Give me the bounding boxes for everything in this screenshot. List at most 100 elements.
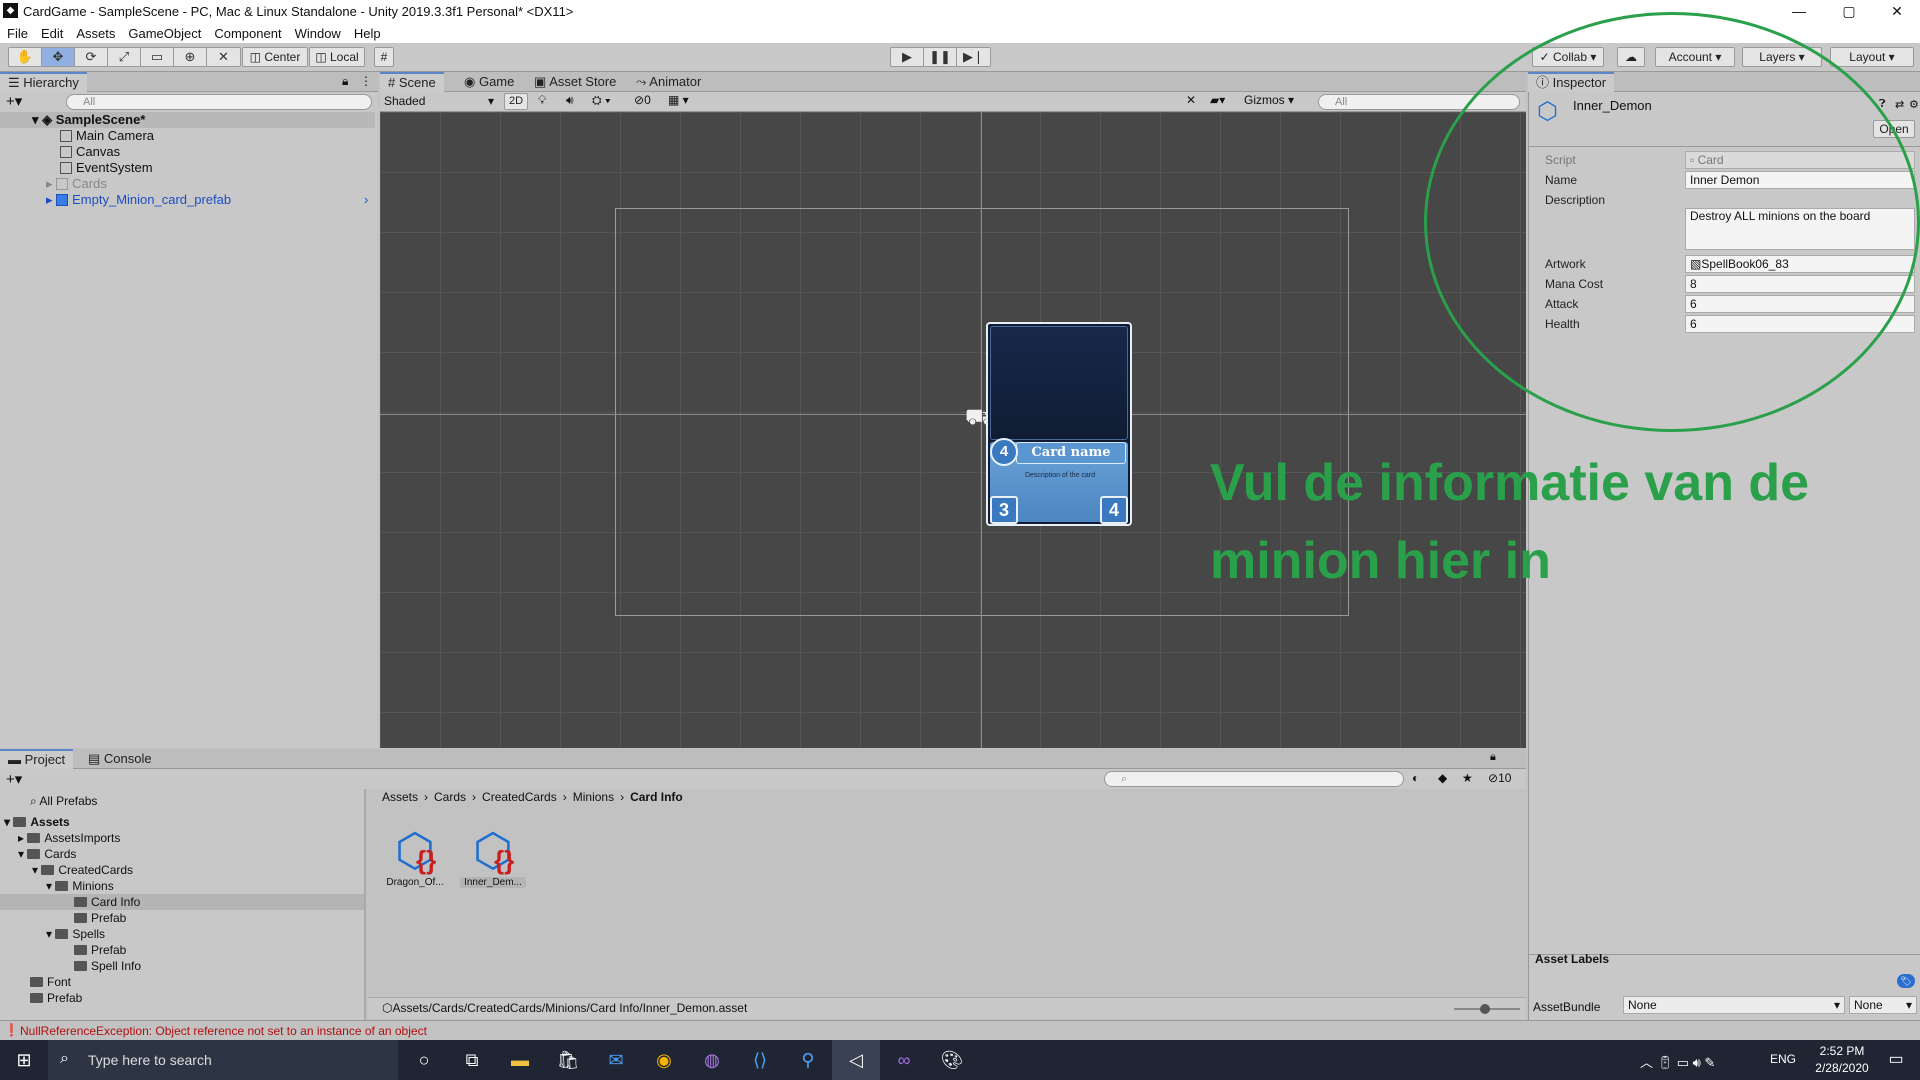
label-tag-icon[interactable]: 🏷︎ <box>1897 974 1915 988</box>
tab-asset-store[interactable]: ▣ Asset Store <box>526 72 624 92</box>
menu-help[interactable]: Help <box>354 26 381 41</box>
minimize-button[interactable]: — <box>1776 0 1822 23</box>
name-input[interactable]: Inner Demon <box>1685 171 1915 189</box>
asset-bundle-dropdown[interactable]: None ▾ <box>1623 996 1845 1014</box>
favorite-icon[interactable]: ★ <box>1462 771 1473 785</box>
list-item[interactable]: ▾ CreatedCards <box>0 862 365 878</box>
play-button-icon[interactable]: ▶ <box>891 48 924 66</box>
paint-icon[interactable]: 🎨︎ <box>928 1040 976 1080</box>
list-item[interactable]: Canvas <box>0 144 375 160</box>
clock[interactable]: 2:52 PM 2/28/2020 <box>1812 1043 1872 1077</box>
hidden-objects-toggle[interactable]: ⊘0 <box>634 93 651 107</box>
list-item[interactable]: ⌕ All Prefabs <box>0 793 365 809</box>
list-item[interactable]: Spell Info <box>0 958 365 974</box>
card-preview[interactable]: Card name 4 Description of the card 3 4 <box>986 322 1132 526</box>
list-item[interactable]: ▸ AssetsImports <box>0 830 365 846</box>
scale-tool-icon[interactable]: ⤢ <box>108 48 141 66</box>
store-icon[interactable]: 🛍︎ <box>544 1040 592 1080</box>
list-item[interactable]: Prefab <box>0 942 365 958</box>
artwork-field[interactable]: ▧SpellBook06_83 <box>1685 255 1915 273</box>
close-button[interactable]: ✕ <box>1874 0 1920 23</box>
breadcrumb-item[interactable]: Minions <box>573 790 614 804</box>
gizmos-dropdown[interactable]: Gizmos ▾ <box>1244 93 1294 107</box>
list-item[interactable]: ▾ Assets <box>0 814 365 830</box>
description-input[interactable]: Destroy ALL minions on the board <box>1685 208 1915 250</box>
rect-tool-icon[interactable]: ▭ <box>141 48 174 66</box>
tab-inspector[interactable]: ⓘ Inspector <box>1528 72 1615 92</box>
custom-tool-icon[interactable]: ✕ <box>207 48 240 66</box>
collab-dropdown[interactable]: ✓ Collab ▾ <box>1532 47 1604 67</box>
tab-console[interactable]: ▤ Console <box>80 749 160 769</box>
presets-icon[interactable]: ⇄ <box>1895 98 1904 111</box>
tab-hierarchy[interactable]: ☰ Hierarchy <box>0 72 87 92</box>
layers-dropdown[interactable]: Layers ▾ <box>1742 47 1822 67</box>
shading-dropdown[interactable]: Shaded ▾ <box>382 93 498 110</box>
tab-scene[interactable]: # Scene <box>380 72 444 92</box>
visual-studio-icon[interactable]: ∞ <box>880 1040 928 1080</box>
hidden-packages-toggle[interactable]: ⊘10 <box>1488 771 1511 785</box>
maps-icon[interactable]: ⚲ <box>784 1040 832 1080</box>
cortana-icon[interactable]: ○ <box>400 1040 448 1080</box>
list-item[interactable]: Card Info <box>0 894 365 910</box>
move-tool-icon[interactable]: ✥ <box>42 48 75 66</box>
layout-dropdown[interactable]: Layout ▾ <box>1830 47 1914 67</box>
chrome-icon[interactable]: ◉ <box>640 1040 688 1080</box>
list-item[interactable]: EventSystem <box>0 160 375 176</box>
snap-icon[interactable]: # <box>374 47 394 67</box>
list-item[interactable]: Font <box>0 974 365 990</box>
scene-search-input[interactable]: All <box>1318 94 1520 110</box>
account-dropdown[interactable]: Account ▾ <box>1655 47 1735 67</box>
cloud-icon[interactable]: ☁ <box>1617 47 1645 67</box>
lock-icon[interactable]: 🔒︎ <box>342 74 348 89</box>
settings-icon[interactable]: ⚙ <box>1909 98 1919 111</box>
tab-animator[interactable]: ⤳ Animator <box>628 72 709 92</box>
windows-start-icon[interactable]: ⊞ <box>0 1040 48 1080</box>
camera-icon[interactable]: ▰▾ <box>1210 93 1225 107</box>
asset-variant-dropdown[interactable]: None ▾ <box>1849 996 1917 1014</box>
list-item[interactable]: ▾ Minions <box>0 878 365 894</box>
tab-game[interactable]: ◉ Game <box>456 72 522 92</box>
hand-tool-icon[interactable]: ✋ <box>9 48 42 66</box>
list-item[interactable]: Prefab <box>0 910 365 926</box>
tools-icon[interactable]: ✕ <box>1186 93 1196 107</box>
menu-file[interactable]: File <box>7 26 28 41</box>
scene-view[interactable]: ⛟ Card name 4 Description of the card 3 … <box>380 112 1526 748</box>
mail-icon[interactable]: ✉ <box>592 1040 640 1080</box>
list-item[interactable]: ▾ Spells <box>0 926 365 942</box>
asset-item[interactable]: ⬡{} Dragon_Of... <box>382 823 448 888</box>
menu-assets[interactable]: Assets <box>76 26 115 41</box>
menu-gameobject[interactable]: GameObject <box>128 26 201 41</box>
discord-icon[interactable]: ◍ <box>688 1040 736 1080</box>
audio-icon[interactable]: 🔊︎ <box>566 93 574 108</box>
menu-component[interactable]: Component <box>214 26 281 41</box>
tray-icons[interactable]: ︿ 🔋︎ ▭ 🔊︎ ✎ <box>1640 1052 1715 1071</box>
list-item[interactable]: ▸ Empty_Minion_card_prefab › <box>0 192 375 208</box>
unity-taskbar-icon[interactable]: ◁ <box>832 1040 880 1080</box>
breadcrumb-item[interactable]: Cards <box>434 790 466 804</box>
2d-toggle[interactable]: 2D <box>504 93 528 110</box>
notifications-icon[interactable]: ▭ <box>1872 1040 1920 1080</box>
taskbar-search[interactable]: ⌕ Type here to search <box>48 1040 398 1080</box>
menu-window[interactable]: Window <box>295 26 341 41</box>
file-explorer-icon[interactable]: ▬ <box>496 1040 544 1080</box>
breadcrumb-item[interactable]: Assets <box>382 790 418 804</box>
step-button-icon[interactable]: ▶❘ <box>957 48 990 66</box>
status-message[interactable]: NullReferenceException: Object reference… <box>20 1024 427 1038</box>
menu-edit[interactable]: Edit <box>41 26 63 41</box>
asset-item[interactable]: ⬡{} Inner_Dem... <box>460 823 526 888</box>
zoom-slider-thumb[interactable] <box>1480 1004 1490 1014</box>
task-view-icon[interactable]: ⧉ <box>448 1040 496 1080</box>
filter-label-icon[interactable]: ◆ <box>1438 771 1447 785</box>
filter-type-icon[interactable]: ◐ <box>1412 771 1419 785</box>
list-item[interactable]: ▾ Cards <box>0 846 365 862</box>
lighting-icon[interactable]: 💡︎ <box>538 93 546 108</box>
open-button[interactable]: Open <box>1873 120 1915 138</box>
lock-icon[interactable]: 🔒︎ <box>1490 751 1496 764</box>
more-icon[interactable]: ⋮ <box>360 74 372 88</box>
help-icon[interactable]: ❓︎ <box>1879 98 1886 111</box>
health-input[interactable]: 6 <box>1685 315 1915 333</box>
add-icon[interactable]: +▾ <box>6 92 22 110</box>
grid-icon[interactable]: ▦ ▾ <box>668 93 689 107</box>
project-search-input[interactable]: ⌕ <box>1104 771 1404 787</box>
list-item[interactable]: Main Camera <box>0 128 375 144</box>
